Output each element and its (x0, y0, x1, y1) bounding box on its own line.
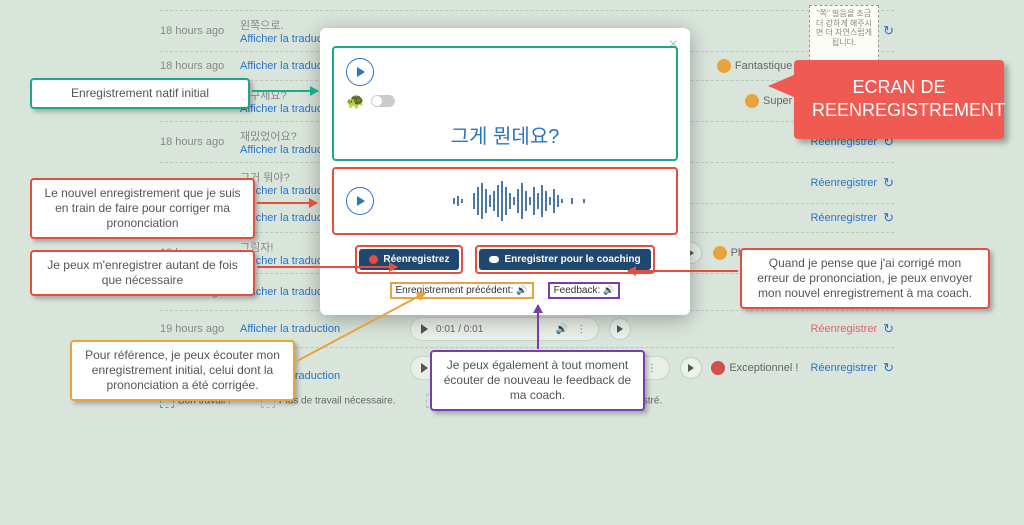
arrow-icon (537, 305, 539, 349)
user-recording-panel (332, 167, 678, 235)
audio-player[interactable]: 0:01 / 0:01🔊⋮ (410, 317, 599, 341)
play-icon (421, 363, 428, 373)
native-recording-panel: 🐢 그게 뭔데요? (332, 46, 678, 161)
record-icon (369, 255, 378, 264)
timestamp: 18 hours ago (160, 25, 240, 37)
previous-recording-link[interactable]: Enregistrement précédent:🔊 (390, 282, 534, 299)
callout-submit: Quand je pense que j'ai corrigé mon erre… (740, 248, 990, 309)
arrow-icon (257, 202, 317, 204)
play-icon (357, 196, 365, 206)
arrow-icon (628, 270, 738, 272)
mini-play-button[interactable] (680, 357, 702, 379)
reference-links-row: Enregistrement précédent:🔊 Feedback:🔊 (332, 282, 678, 299)
mini-play-button[interactable] (609, 318, 631, 340)
play-native-button[interactable] (346, 58, 374, 86)
callout-feedback: Je peux également à tout moment écouter … (430, 350, 645, 411)
play-user-button[interactable] (346, 187, 374, 215)
speaker-icon: 🔊 (516, 285, 527, 296)
feedback-link[interactable]: Feedback:🔊 (548, 282, 621, 299)
rerecord-button[interactable]: Réenregistrez (355, 245, 463, 274)
callout-retry: Je peux m'enregistrer autant de fois que… (30, 250, 255, 296)
timestamp: 18 hours ago (160, 60, 240, 72)
refresh-icon[interactable]: ↻ (883, 175, 894, 191)
arrow-icon (257, 266, 397, 268)
status-badge: Fantastique ! (717, 59, 799, 73)
play-icon (421, 324, 428, 334)
refresh-icon[interactable]: ↻ (883, 321, 894, 337)
turtle-icon: 🐢 (346, 92, 365, 110)
rerecord-link[interactable]: Réenregistrer (810, 212, 877, 224)
show-translation-link[interactable]: Afficher la traduction (240, 323, 410, 335)
play-icon (357, 67, 365, 77)
speaker-icon: 🔊 (603, 285, 614, 296)
refresh-icon[interactable]: ↻ (883, 23, 894, 39)
waveform (392, 179, 664, 223)
callout-previous: Pour référence, je peux écouter mon enre… (70, 340, 295, 401)
toggle-switch[interactable] (371, 95, 395, 107)
callout-native: Enregistrement natif initial (30, 78, 250, 109)
rerecord-link[interactable]: Réenregistrer (810, 323, 877, 335)
upload-icon (489, 256, 499, 263)
timestamp: 19 hours ago (160, 323, 240, 335)
refresh-icon[interactable]: ↻ (883, 360, 894, 376)
timestamp: 18 hours ago (160, 136, 240, 148)
rerecord-link[interactable]: Réenregistrer (810, 177, 877, 189)
target-phrase: 그게 뭔데요? (346, 120, 664, 149)
status-badge: Exceptionnel ! (711, 361, 798, 375)
waveform-icon (443, 179, 613, 223)
refresh-icon[interactable]: ↻ (883, 210, 894, 226)
rerecord-link[interactable]: Réenregistrer (810, 362, 877, 374)
callout-new-recording: Le nouvel enregistrement que je suis en … (30, 178, 255, 239)
title-callout: ECRAN DE REENREGISTREMENT (794, 60, 1004, 139)
slow-toggle[interactable]: 🐢 (346, 92, 664, 110)
arrow-icon (252, 90, 318, 92)
korean-note: "쪽" 발음을 조금 더 강하게 해주시면 더 자연스럽게 됩니다. (809, 5, 879, 67)
